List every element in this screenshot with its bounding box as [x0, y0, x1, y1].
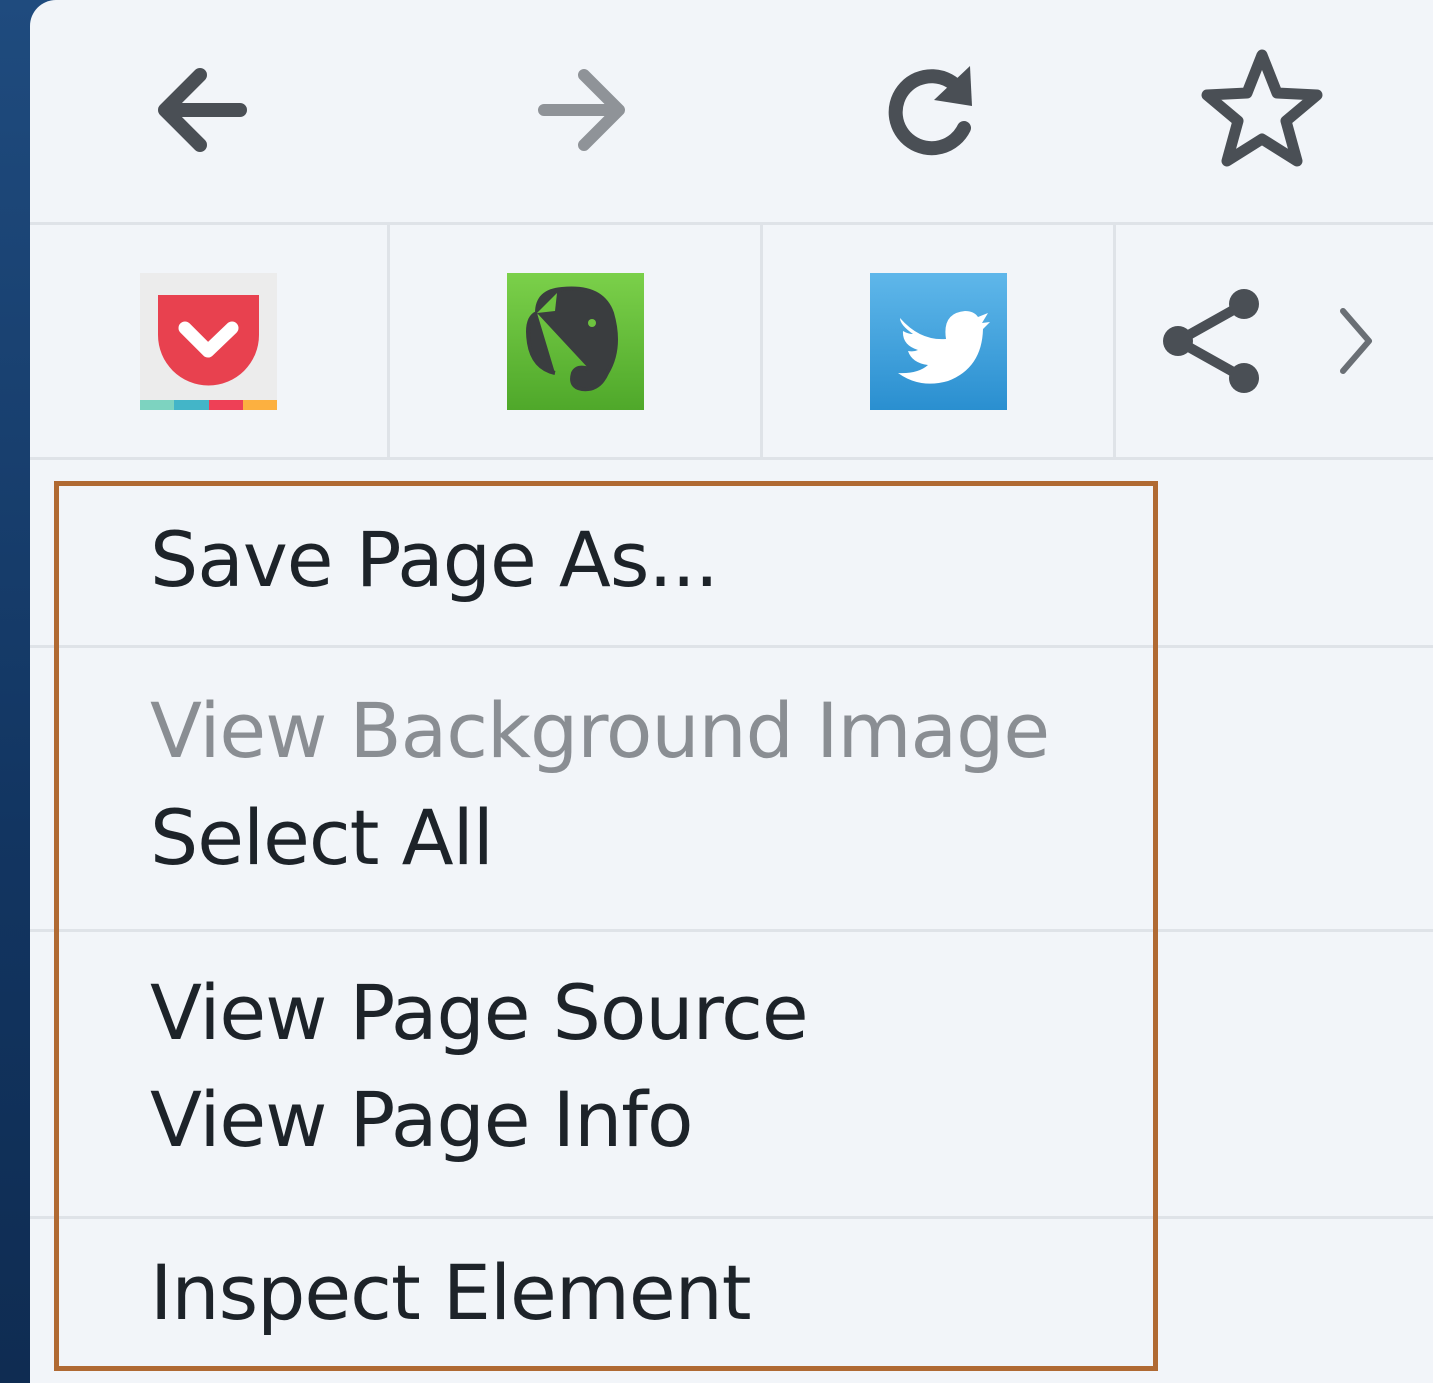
- star-icon: [1201, 49, 1323, 167]
- arrow-left-icon: [158, 68, 247, 152]
- pocket-button[interactable]: [30, 225, 387, 457]
- view-page-source-item[interactable]: View Page Source: [150, 975, 809, 1051]
- menu-separator: [30, 1216, 1433, 1219]
- view-page-info-item[interactable]: View Page Info: [150, 1082, 693, 1158]
- reload-icon: [888, 66, 972, 156]
- view-background-image-item: View Background Image: [150, 686, 1050, 775]
- chevron-right-icon: [1340, 308, 1372, 374]
- share-icon: [1163, 289, 1259, 393]
- share-row: [30, 225, 1433, 460]
- share-button[interactable]: [1116, 225, 1306, 457]
- navigation-row: [30, 0, 1433, 225]
- back-button[interactable]: [130, 40, 270, 180]
- forward-button[interactable]: [514, 40, 654, 180]
- bookmark-button[interactable]: [1192, 40, 1332, 180]
- twitter-button[interactable]: [763, 225, 1113, 457]
- evernote-button[interactable]: [390, 225, 760, 457]
- highlight-annotation-box: [54, 481, 1158, 1371]
- menu-separator: [30, 929, 1433, 932]
- more-share-button[interactable]: [1306, 225, 1406, 457]
- reload-button[interactable]: [862, 40, 1002, 180]
- context-menu: Save Page As... View Background Image Se…: [30, 0, 1433, 1383]
- save-page-as-item[interactable]: Save Page As...: [150, 522, 719, 598]
- pocket-icon: [140, 272, 277, 410]
- arrow-right-icon: [538, 69, 625, 151]
- menu-separator: [30, 645, 1433, 648]
- evernote-icon: [506, 272, 644, 410]
- twitter-icon: [869, 272, 1007, 410]
- inspect-element-item[interactable]: Inspect Element: [150, 1255, 752, 1331]
- select-all-item[interactable]: Select All: [150, 800, 494, 876]
